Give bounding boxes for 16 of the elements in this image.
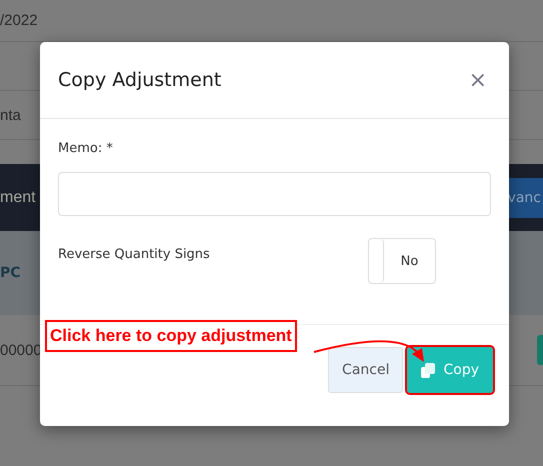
close-icon[interactable]: ×: [468, 68, 487, 92]
column-header: PC: [0, 265, 21, 281]
row-button[interactable]: [537, 335, 543, 365]
reverse-label: Reverse Quantity Signs: [58, 246, 211, 262]
callout-text: Click here to copy adjustment: [45, 320, 297, 352]
toggle-switch[interactable]: No: [368, 238, 436, 284]
copy-icon: [421, 362, 436, 378]
date-text: /2022: [0, 12, 38, 29]
memo-label: Memo: *: [58, 141, 114, 156]
memo-field[interactable]: [58, 172, 491, 216]
dialog-title: Copy Adjustment: [58, 69, 222, 91]
cancel-button[interactable]: Cancel: [328, 347, 404, 393]
field-text: nta: [0, 106, 21, 124]
bar-title: ment: [0, 188, 36, 206]
table-cell: 00000: [0, 342, 42, 358]
copy-button[interactable]: Copy: [407, 347, 493, 393]
